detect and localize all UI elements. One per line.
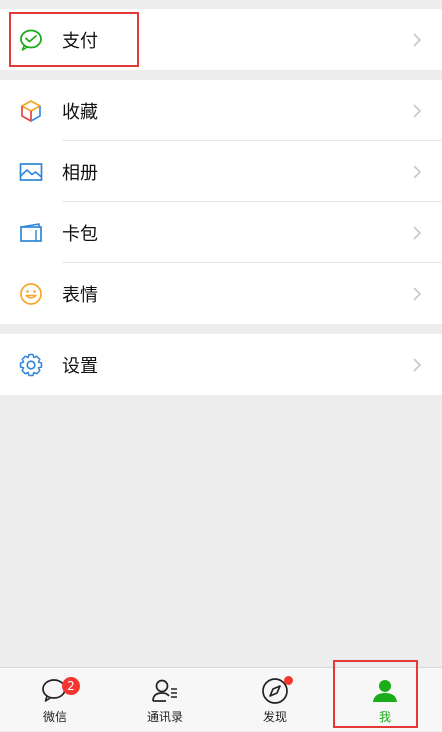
- menu-item-pay[interactable]: 支付: [0, 9, 442, 70]
- chevron-right-icon: [413, 103, 422, 118]
- tab-label-me: 我: [378, 710, 391, 724]
- tab-chats[interactable]: 2 微信: [0, 668, 110, 732]
- discover-notification-dot: [284, 676, 293, 685]
- image-icon: [19, 162, 43, 181]
- chevron-right-icon: [413, 164, 422, 179]
- unread-badge: 2: [62, 677, 80, 695]
- chevron-right-icon: [413, 225, 422, 240]
- menu-label-pay: 支付: [62, 30, 98, 52]
- menu-item-cards[interactable]: 卡包: [0, 202, 442, 263]
- wechat-pay-icon: [20, 29, 42, 51]
- menu-item-album[interactable]: 相册: [0, 141, 442, 202]
- pay-section: 支付: [0, 9, 442, 70]
- tab-me[interactable]: 我: [330, 668, 440, 732]
- menu-item-settings[interactable]: 设置: [0, 334, 442, 395]
- menu-item-stickers[interactable]: 表情: [0, 263, 442, 324]
- contacts-icon: [152, 679, 177, 702]
- tab-label-chats: 微信: [42, 710, 67, 724]
- card-icon: [20, 222, 42, 242]
- menu-label-stickers: 表情: [62, 284, 98, 306]
- chevron-right-icon: [413, 32, 422, 47]
- tab-label-contacts: 通讯录: [146, 710, 183, 724]
- chevron-right-icon: [413, 357, 422, 372]
- cube-icon: [21, 99, 41, 122]
- tab-contacts[interactable]: 通讯录: [110, 668, 220, 732]
- gear-icon: [19, 353, 43, 376]
- tab-label-discover: 发现: [262, 710, 287, 724]
- smiley-icon: [20, 282, 42, 305]
- menu-item-favorites[interactable]: 收藏: [0, 80, 442, 141]
- menu-label-favorites: 收藏: [62, 101, 98, 123]
- menu-label-album: 相册: [62, 162, 98, 184]
- tools-section: 收藏 相册 卡包 表情: [0, 80, 442, 324]
- chevron-right-icon: [413, 286, 422, 301]
- menu-label-settings: 设置: [62, 355, 98, 377]
- person-icon: [373, 680, 397, 702]
- menu-label-cards: 卡包: [62, 223, 98, 245]
- settings-section: 设置: [0, 334, 442, 395]
- bottom-tab-bar: 2 微信 通讯录 发现 我: [0, 667, 442, 731]
- tab-discover[interactable]: 发现: [220, 668, 330, 732]
